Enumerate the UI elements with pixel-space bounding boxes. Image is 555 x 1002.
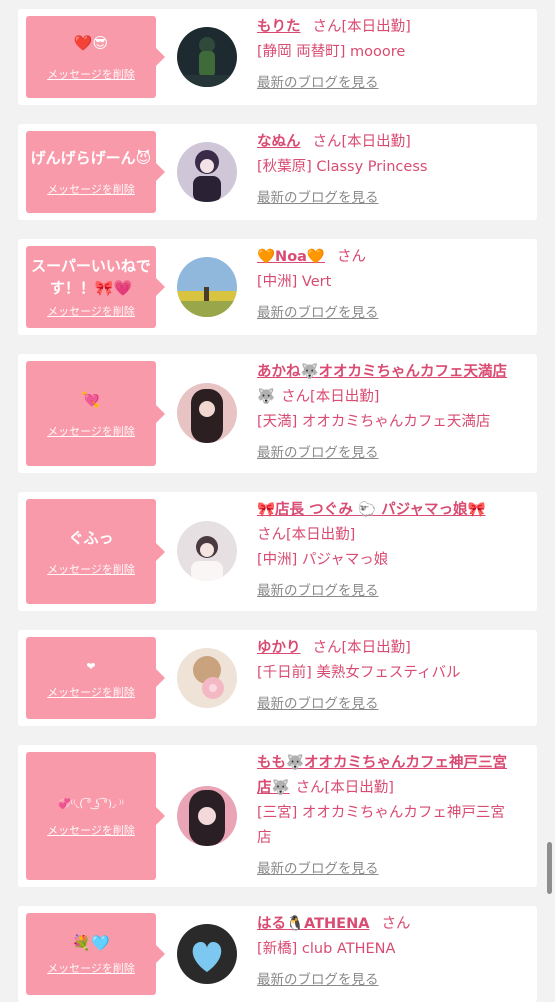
message-text: げんげらげーん😈 [30,149,152,167]
cast-name-continued: 🐺 [257,389,276,405]
cast-name-continued[interactable]: 店🐺 [257,780,290,796]
cast-name-link[interactable]: もも🐺オオカミちゃんカフェ神戸三宮 [257,755,507,771]
avatar[interactable] [177,142,237,202]
shop-info: [秋葉原] Classy Princess [257,159,428,175]
delete-message-link[interactable]: メッセージを削除 [47,303,135,319]
shop-info: [天満] オオカミちゃんカフェ天満店 [257,414,491,430]
latest-blog-link[interactable]: 最新のブログを見る [257,579,379,599]
avatar[interactable] [177,521,237,581]
honorific-status: さん[本日出勤] [312,134,411,150]
latest-blog-link[interactable]: 最新のブログを見る [257,186,379,206]
message-card: 💘 メッセージを削除 あかね🐺オオカミちゃんカフェ天満店 🐺 さん[本日出勤] [… [18,354,537,473]
honorific-status: さん[本日出勤] [281,389,380,405]
latest-blog-link[interactable]: 最新のブログを見る [257,301,379,321]
message-card: スーパーいいねです！！🎀💗 メッセージを削除 🧡Noa🧡 さん [中洲] Vert… [18,239,537,335]
shop-info: [中洲] Vert [257,274,332,290]
shop-info-continued: 店 [257,830,272,846]
shop-info: [新橋] club ATHENA [257,941,396,957]
honorific-status: さん [337,249,366,265]
avatar[interactable] [177,257,237,317]
message-bubble: スーパーいいねです！！🎀💗 メッセージを削除 [26,246,165,328]
delete-message-link[interactable]: メッセージを削除 [47,423,135,439]
cast-name-link[interactable]: はる🐧ATHENA [257,916,369,932]
latest-blog-link[interactable]: 最新のブログを見る [257,441,379,461]
delete-message-link[interactable]: メッセージを削除 [47,181,135,197]
shop-info: [三宮] オオカミちゃんカフェ神戸三宮 [257,805,505,821]
avatar[interactable] [177,786,237,846]
message-text: ❤ [86,660,96,673]
delete-message-link[interactable]: メッセージを削除 [47,66,135,82]
delete-message-link[interactable]: メッセージを削除 [47,960,135,976]
message-bubble: 💘 メッセージを削除 [26,361,165,466]
latest-blog-link[interactable]: 最新のブログを見る [257,968,379,988]
honorific-status: さん [381,916,411,932]
avatar[interactable] [177,27,237,87]
message-text: 💞⁽⁽◟( ͡° ͜ʖ ͡°)◞ ⁾⁾ [58,799,124,810]
message-card: 💐🩵 メッセージを削除 はる🐧ATHENA さん [新橋] club ATHENA… [18,906,537,1002]
message-card: げんげらげーん😈 メッセージを削除 なぬん さん[本日出勤] [秋葉原] Clas… [18,124,537,220]
cast-name-link[interactable]: ゆかり [257,640,301,656]
honorific-status: さん[本日出勤] [312,19,411,35]
cast-name-link[interactable]: 🎀店長 つぐみ 🐑 パジャマっ娘🎀 [257,502,486,518]
message-text: 💘 [81,390,101,409]
shop-info: [中洲] パジャマっ娘 [257,552,389,568]
avatar[interactable] [177,924,237,984]
message-card: 💞⁽⁽◟( ͡° ͜ʖ ͡°)◞ ⁾⁾ メッセージを削除 もも🐺オオカミちゃんカ… [18,745,537,887]
shop-info: [静岡 両替町] mooore [257,44,406,60]
avatar[interactable] [177,648,237,708]
honorific-status: さん[本日出勤] [312,640,411,656]
message-bubble: 💞⁽⁽◟( ͡° ͜ʖ ͡°)◞ ⁾⁾ メッセージを削除 [26,752,165,880]
message-text: ぐふっ [68,528,114,547]
latest-blog-link[interactable]: 最新のブログを見る [257,71,379,91]
cast-name-link[interactable]: なぬん [257,134,301,150]
avatar[interactable] [177,383,237,443]
message-bubble: げんげらげーん😈 メッセージを削除 [26,131,165,213]
message-bubble: ❤️😎 メッセージを削除 [26,16,165,98]
cast-name-link[interactable]: 🧡Noa🧡 [257,249,325,265]
message-bubble: ❤ メッセージを削除 [26,637,165,719]
honorific-status: さん[本日出勤] [257,527,356,543]
message-bubble: 💐🩵 メッセージを削除 [26,913,165,995]
cast-name-link[interactable]: あかね🐺オオカミちゃんカフェ天満店 [257,364,507,380]
latest-blog-link[interactable]: 最新のブログを見る [257,692,379,712]
message-bubble: ぐふっ メッセージを削除 [26,499,165,604]
latest-blog-link[interactable]: 最新のブログを見る [257,857,379,877]
message-text: 💐🩵 [72,934,110,952]
message-text: ❤️😎 [73,34,109,52]
scrollbar[interactable] [547,842,552,894]
message-card: ❤️😎 メッセージを削除 もりた さん[本日出勤] [静岡 両替町] mooore… [18,9,537,105]
delete-message-link[interactable]: メッセージを削除 [47,561,135,577]
delete-message-link[interactable]: メッセージを削除 [47,684,135,700]
message-text: スーパーいいねです！！🎀💗 [31,257,151,297]
message-card: ❤ メッセージを削除 ゆかり さん[本日出勤] [千日前] 美熟女フェスティバル … [18,630,537,726]
message-card: ぐふっ メッセージを削除 🎀店長 つぐみ 🐑 パジャマっ娘🎀 さん[本日出勤] … [18,492,537,611]
shop-info: [千日前] 美熟女フェスティバル [257,665,461,681]
cast-name-link[interactable]: もりた [257,19,301,35]
delete-message-link[interactable]: メッセージを削除 [47,822,135,838]
honorific-status: さん[本日出勤] [295,780,394,796]
